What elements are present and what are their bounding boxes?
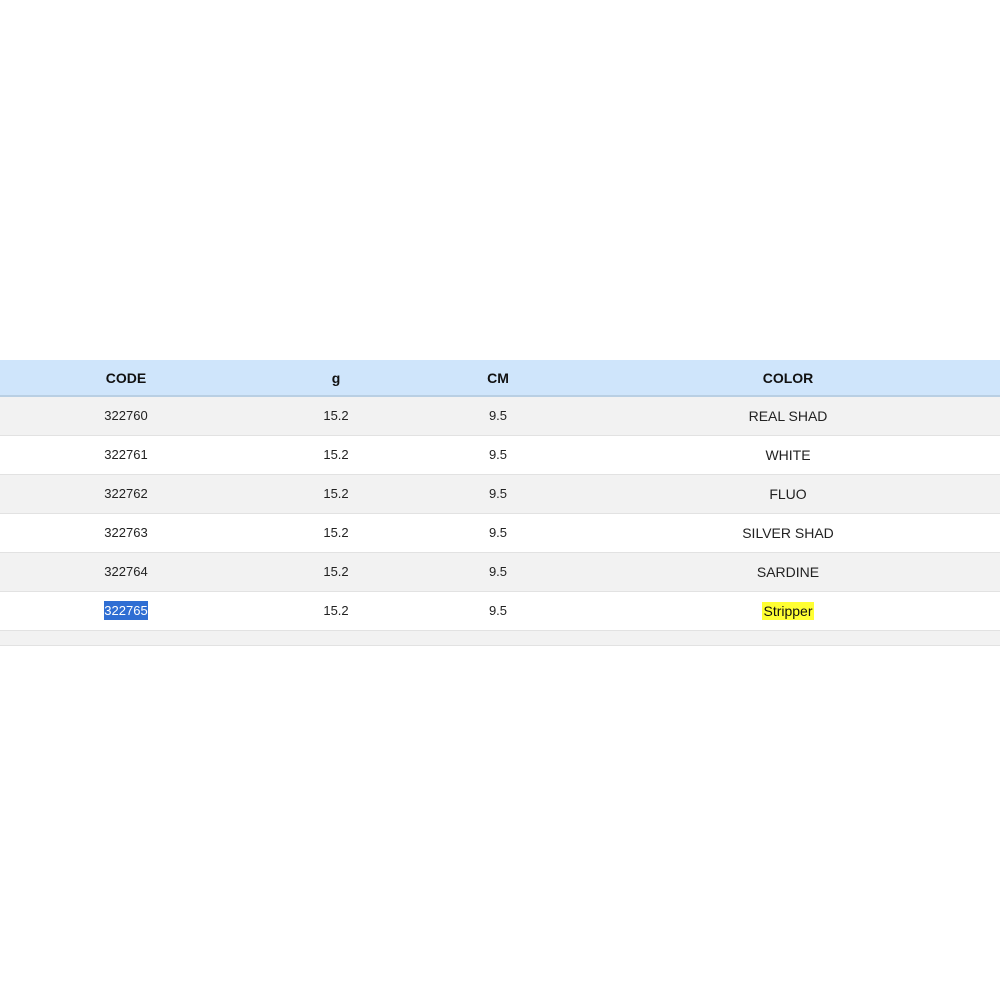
cell-color[interactable]: FLUO: [576, 474, 1000, 513]
header-cm: CM: [420, 360, 576, 397]
product-spec-table: CODE g CM COLOR 322760 15.2 9.5 REAL SHA…: [0, 360, 1000, 646]
cell-cm[interactable]: 9.5: [420, 396, 576, 435]
table-row: 322765 15.2 9.5 Stripper: [0, 591, 1000, 630]
table-body: 322760 15.2 9.5 REAL SHAD 322761 15.2 9.…: [0, 396, 1000, 645]
cell-cm[interactable]: 9.5: [420, 513, 576, 552]
empty-cell: [576, 630, 1000, 645]
header-row: CODE g CM COLOR: [0, 360, 1000, 397]
selected-text-highlight[interactable]: 322765: [104, 601, 148, 620]
empty-cell: [420, 630, 576, 645]
table-row: 322761 15.2 9.5 WHITE: [0, 435, 1000, 474]
cell-code[interactable]: 322765: [0, 591, 252, 630]
cell-code[interactable]: 322764: [0, 552, 252, 591]
cell-g[interactable]: 15.2: [252, 396, 420, 435]
cell-code[interactable]: 322763: [0, 513, 252, 552]
cell-color[interactable]: WHITE: [576, 435, 1000, 474]
empty-cell: [252, 630, 420, 645]
empty-row: [0, 630, 1000, 645]
table-row: 322764 15.2 9.5 SARDINE: [0, 552, 1000, 591]
cell-g[interactable]: 15.2: [252, 591, 420, 630]
cell-color[interactable]: REAL SHAD: [576, 396, 1000, 435]
cell-code[interactable]: 322760: [0, 396, 252, 435]
cell-code[interactable]: 322761: [0, 435, 252, 474]
header-g: g: [252, 360, 420, 397]
header-code: CODE: [0, 360, 252, 397]
empty-cell: [0, 630, 252, 645]
cell-color[interactable]: SARDINE: [576, 552, 1000, 591]
cell-cm[interactable]: 9.5: [420, 474, 576, 513]
cell-cm[interactable]: 9.5: [420, 435, 576, 474]
cell-g[interactable]: 15.2: [252, 513, 420, 552]
cell-cm[interactable]: 9.5: [420, 552, 576, 591]
table-header: CODE g CM COLOR: [0, 360, 1000, 397]
marked-text-highlight[interactable]: Stripper: [762, 601, 814, 620]
cell-cm[interactable]: 9.5: [420, 591, 576, 630]
cell-color[interactable]: Stripper: [576, 591, 1000, 630]
cell-g[interactable]: 15.2: [252, 435, 420, 474]
cell-g[interactable]: 15.2: [252, 474, 420, 513]
table-row: 322763 15.2 9.5 SILVER SHAD: [0, 513, 1000, 552]
cell-color[interactable]: SILVER SHAD: [576, 513, 1000, 552]
cell-code[interactable]: 322762: [0, 474, 252, 513]
table-row: 322762 15.2 9.5 FLUO: [0, 474, 1000, 513]
cell-g[interactable]: 15.2: [252, 552, 420, 591]
table-row: 322760 15.2 9.5 REAL SHAD: [0, 396, 1000, 435]
header-color: COLOR: [576, 360, 1000, 397]
